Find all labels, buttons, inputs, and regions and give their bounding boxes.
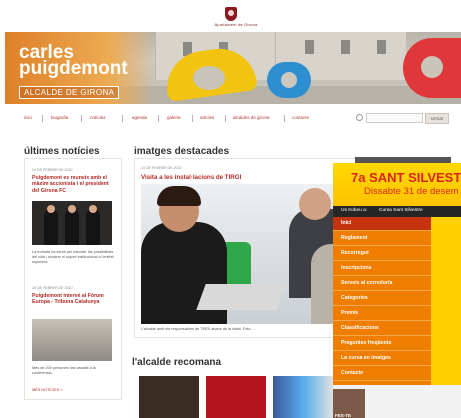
news-panel: 24 DE FEBRER DE 2010 Puigdemont es reune…	[24, 158, 122, 400]
overlay-menu-item-categories[interactable]: Categories	[333, 292, 431, 306]
nav-item-inici[interactable]: inici	[24, 115, 32, 120]
overlay-menu-item-preguntes[interactable]: Preguntes freqüents	[333, 337, 431, 351]
recommend-thumbnail[interactable]	[273, 376, 333, 418]
city-crest-icon	[225, 7, 237, 21]
news-summary: Més de 200 persones han assistit a la co…	[32, 366, 96, 375]
nav-separator	[42, 115, 43, 122]
nav-item-noticies[interactable]: notícies	[90, 115, 106, 120]
menu-item-label: Reglament	[341, 235, 368, 241]
nav-separator	[225, 115, 226, 122]
search-input[interactable]	[366, 113, 423, 123]
overlay-header: 7a SANT SILVEST Dissabte 31 de desem	[333, 163, 461, 206]
overlay-date: Dissabte 31 de desem	[364, 186, 459, 197]
header-banner: carles puigdemont ALCALDE DE GIRONA	[5, 32, 461, 104]
person-head	[68, 205, 76, 213]
recommend-heading: l'alcalde recomana	[132, 357, 222, 368]
news-heading: últimes notícies	[24, 146, 100, 157]
breadcrumb-label: Us trobeu a:	[341, 208, 368, 213]
person-silhouette	[65, 209, 79, 245]
sculpture-hole	[281, 72, 297, 88]
overlay-menu-item-serveis[interactable]: Serveis al corredor/a	[333, 277, 431, 291]
overlay-menu-item-inici[interactable]: Inici	[333, 217, 431, 231]
featured-caption: L'alcalde amb els responsables de TIRGI …	[141, 327, 256, 331]
person-silhouette	[86, 209, 100, 245]
menu-item-label: Serveis al corredor/a	[341, 280, 393, 286]
overlay-menu-item-imatges[interactable]: La cursa en imatges	[333, 352, 431, 366]
sculpture-hole	[193, 66, 225, 90]
featured-images-heading: imatges destacades	[134, 146, 230, 157]
menu-item-label: Recorregut	[341, 250, 369, 256]
sculpture-hole	[421, 56, 443, 78]
fes-te-label: FES-TE	[335, 413, 352, 418]
featured-date: 14 DE FEBRER DE 2010	[141, 166, 182, 170]
search-icon	[356, 114, 363, 121]
banner-subtitle: ALCALDE DE GIRONA	[19, 86, 120, 99]
overlay-menu-item-recorregut[interactable]: Recorregut	[333, 247, 431, 261]
person-hair	[157, 186, 201, 206]
overlay-menu-item-premis[interactable]: Premis	[333, 307, 431, 321]
featured-title-link[interactable]: Visita a les instal·lacions de TIRGI	[141, 174, 241, 181]
nav-item-articles[interactable]: articles	[200, 115, 214, 120]
overlay-side-panel	[431, 217, 461, 385]
menu-item-label: La cursa en imatges	[341, 355, 391, 361]
news-photo[interactable]	[32, 319, 112, 361]
person-head	[47, 205, 55, 213]
building-window	[377, 40, 386, 54]
menu-item-label: Inici	[341, 220, 352, 226]
menu-item-label: Premis	[341, 310, 359, 316]
person-head	[89, 205, 97, 213]
fes-te-banner[interactable]: FES-TE	[333, 389, 365, 418]
search-button[interactable]: cercar	[425, 113, 449, 124]
nav-item-contacte[interactable]: contacte	[292, 115, 309, 120]
nav-separator	[192, 115, 193, 122]
overlay-menu: Inici Reglament Recorregut Inscripcions …	[333, 217, 431, 385]
building-window	[341, 40, 350, 54]
news-date: 24 DE FEBRER DE 2010	[32, 168, 73, 172]
overlay-menu-item-classificacions[interactable]: Classificacions	[333, 322, 431, 336]
overlay-menu-item-reglament[interactable]: Reglament	[333, 232, 431, 246]
nav-separator	[122, 115, 123, 122]
menu-item-label: Classificacions	[341, 325, 379, 331]
nav-item-alcaldes[interactable]: alcaldes de girona	[233, 115, 270, 120]
news-summary: La trobada ha servit per estudiar les po…	[32, 250, 114, 264]
overlay-breadcrumb: Us trobeu a: Cursa Sant Silvestre	[333, 206, 461, 217]
person-head	[299, 188, 331, 220]
nav-item-biografia[interactable]: biografia	[51, 115, 68, 120]
featured-photo[interactable]	[141, 184, 361, 324]
recommend-thumbnail[interactable]	[206, 376, 266, 418]
menu-item-label: Inscripcions	[341, 265, 372, 271]
person-silhouette	[44, 209, 58, 245]
news-title-link[interactable]: Puigdemont intervé al Fòrum Europa - Tri…	[32, 293, 114, 306]
nav-item-galeria[interactable]: galeria	[167, 115, 181, 120]
news-date: 18 DE FEBRER DE 2010	[32, 286, 73, 290]
overlay-title: 7a SANT SILVEST	[351, 170, 461, 185]
more-news-link[interactable]: MÉS NOTÍCIES »	[32, 388, 62, 392]
overlay-bottom: FES-TE	[333, 385, 461, 418]
menu-item-label: Preguntes freqüents	[341, 340, 392, 346]
city-label: Ajuntament de Girona	[214, 22, 258, 27]
news-photo[interactable]	[32, 201, 112, 245]
overlay-menu-item-inscripcions[interactable]: Inscripcions	[333, 262, 431, 276]
nav-separator	[158, 115, 159, 122]
nav-separator	[284, 115, 285, 122]
nav-separator	[81, 115, 82, 122]
menu-item-label: Categories	[341, 295, 368, 301]
overlay-menu-item-contacte[interactable]: Contacte	[333, 367, 431, 381]
breadcrumb-link[interactable]: Cursa Sant Silvestre	[379, 208, 423, 213]
building-window	[305, 40, 314, 54]
menu-item-label: Contacte	[341, 370, 364, 376]
nav-item-agenda[interactable]: agenda	[132, 115, 147, 120]
banner-title-last-name: puigdemont	[19, 58, 128, 79]
recommend-thumbnail[interactable]	[139, 376, 199, 418]
sant-silvestre-overlay: 7a SANT SILVEST Dissabte 31 de desem Us …	[333, 163, 461, 418]
news-title-link[interactable]: Puigdemont es reuneix amb el màxim accio…	[32, 175, 114, 194]
laptop	[196, 284, 286, 310]
